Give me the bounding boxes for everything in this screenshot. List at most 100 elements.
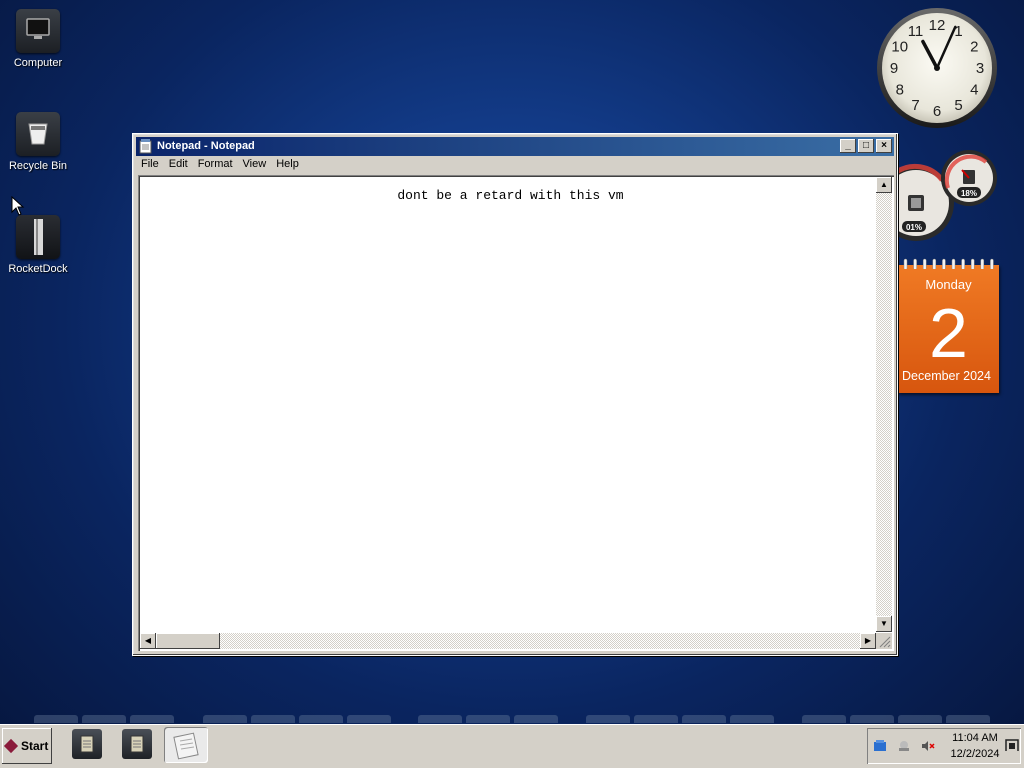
calendar-page: Monday 2 December 2024: [898, 265, 999, 393]
clock-numeral: 8: [896, 82, 904, 99]
start-button[interactable]: Start: [2, 728, 52, 764]
calendar-weekday: Monday: [925, 277, 972, 292]
text-editor-area[interactable]: dont be a retard with this vm ▲ ▼ ◀ ▶: [138, 175, 894, 651]
start-logo-icon: [3, 738, 19, 754]
dock-item[interactable]: [898, 715, 942, 723]
notepad-icon: [139, 139, 152, 154]
clock-numeral: 7: [911, 97, 919, 114]
dock-item[interactable]: [586, 715, 630, 723]
menu-view[interactable]: View: [238, 156, 272, 172]
desktop-icon-rocketdock[interactable]: RocketDock: [0, 215, 76, 275]
notepad-icon: [80, 735, 94, 753]
connection-icon[interactable]: [897, 740, 911, 752]
scroll-up-button[interactable]: ▲: [876, 177, 892, 193]
clock-numeral: 4: [970, 82, 978, 99]
window-titlebar[interactable]: Notepad - Notepad _ □ ×: [136, 137, 894, 156]
clock-center: [934, 65, 940, 71]
minimize-button[interactable]: _: [840, 139, 856, 153]
notepad-icon: [130, 735, 144, 753]
clock-numeral: 6: [933, 103, 941, 120]
menu-help[interactable]: Help: [271, 156, 304, 172]
menu-format[interactable]: Format: [193, 156, 238, 172]
system-tray: 11:04 AM 12/2/2024: [867, 728, 1021, 764]
vertical-scrollbar[interactable]: ▲ ▼: [876, 177, 892, 632]
clock-numeral: 9: [890, 60, 898, 77]
scroll-left-button[interactable]: ◀: [140, 633, 156, 649]
cpu-meter-gadget[interactable]: 01% 18%: [878, 150, 1000, 244]
dock-item[interactable]: [418, 715, 462, 723]
dock-item[interactable]: [466, 715, 510, 723]
maximize-button[interactable]: □: [858, 139, 874, 153]
volume-muted-icon[interactable]: [921, 740, 935, 752]
menu-file[interactable]: File: [136, 156, 164, 172]
close-button[interactable]: ×: [876, 139, 892, 153]
desktop-icon-label: Computer: [13, 57, 63, 69]
calendar-ring: [913, 258, 917, 269]
network-icon[interactable]: [873, 740, 887, 752]
calendar-day-number: 2: [929, 294, 968, 372]
calendar-ring: [932, 258, 937, 269]
notepad-icon: [173, 732, 199, 760]
memory-percent: 18%: [961, 189, 977, 198]
horizontal-scrollbar[interactable]: ◀ ▶: [140, 633, 876, 649]
clock-numeral: 12: [929, 17, 946, 34]
calendar-ring: [922, 258, 927, 269]
dock-item[interactable]: [130, 715, 174, 723]
dock-item[interactable]: [946, 715, 990, 723]
dock-item[interactable]: [347, 715, 391, 723]
calendar-ring: [942, 258, 946, 269]
calendar-gadget[interactable]: Monday 2 December 2024: [898, 257, 999, 393]
show-desktop-icon[interactable]: [1005, 739, 1019, 751]
dock-item[interactable]: [802, 715, 846, 723]
clock-numeral: 3: [976, 60, 984, 77]
calendar-ring: [970, 258, 975, 269]
window-title: Notepad - Notepad: [157, 140, 255, 152]
clock-numeral: 2: [970, 39, 978, 56]
dock-item[interactable]: [299, 715, 343, 723]
clock-numeral: 5: [954, 97, 962, 114]
dock-item[interactable]: [82, 715, 126, 723]
dock-item[interactable]: [251, 715, 295, 723]
dock-item[interactable]: [634, 715, 678, 723]
dock-item[interactable]: [203, 715, 247, 723]
dock-item[interactable]: [34, 715, 78, 723]
clock-gadget[interactable]: 12 1 2 3 4 5 6 7 8 9 10 11: [876, 7, 998, 129]
clock-numeral: 1: [954, 23, 962, 40]
calendar-ring: [961, 258, 965, 269]
tray-time[interactable]: 11:04 AM: [947, 732, 1003, 744]
calendar-ring: [951, 258, 956, 269]
taskbar-notepad-button[interactable]: [122, 729, 152, 759]
resize-grip[interactable]: [876, 633, 892, 649]
dock-item[interactable]: [682, 715, 726, 723]
cpu-percent: 01%: [906, 223, 922, 232]
desktop-icon-computer[interactable]: Computer: [0, 9, 76, 69]
recycle-bin-icon: [16, 112, 60, 156]
menu-edit[interactable]: Edit: [164, 156, 193, 172]
horizontal-scroll-thumb[interactable]: [156, 633, 220, 649]
notepad-window[interactable]: Notepad - Notepad _ □ × File Edit Format Vi…: [132, 133, 898, 656]
taskbar-notepad-button[interactable]: [72, 729, 102, 759]
desktop-icon-label: RocketDock: [8, 263, 68, 275]
clock-numeral: 11: [908, 23, 924, 40]
calendar-month-year: December 2024: [902, 369, 991, 383]
mouse-cursor-icon: [11, 196, 25, 216]
tray-date[interactable]: 12/2/2024: [945, 748, 1005, 760]
scroll-down-button[interactable]: ▼: [876, 616, 892, 632]
start-label: Start: [21, 739, 49, 753]
desktop-icon-label: Recycle Bin: [8, 160, 68, 172]
rocketdock-icon: [16, 215, 60, 259]
dock-item[interactable]: [730, 715, 774, 723]
calendar-ring: [980, 258, 985, 269]
desktop-icon-recycle-bin[interactable]: Recycle Bin: [0, 112, 76, 172]
editor-content: dont be a retard with this vm: [397, 188, 624, 203]
clock-numeral: 10: [891, 39, 908, 56]
scroll-right-button[interactable]: ▶: [860, 633, 876, 649]
menu-bar: File Edit Format View Help: [136, 156, 894, 175]
dock-item[interactable]: [850, 715, 894, 723]
taskbar: Start 11:04 AM 12/2/2024: [0, 724, 1024, 768]
calendar-binding-rings: [903, 258, 994, 269]
dock-item[interactable]: [514, 715, 558, 723]
calendar-ring: [903, 258, 908, 269]
taskbar-notepad-active-button[interactable]: [164, 727, 208, 763]
calendar-ring: [990, 258, 994, 269]
